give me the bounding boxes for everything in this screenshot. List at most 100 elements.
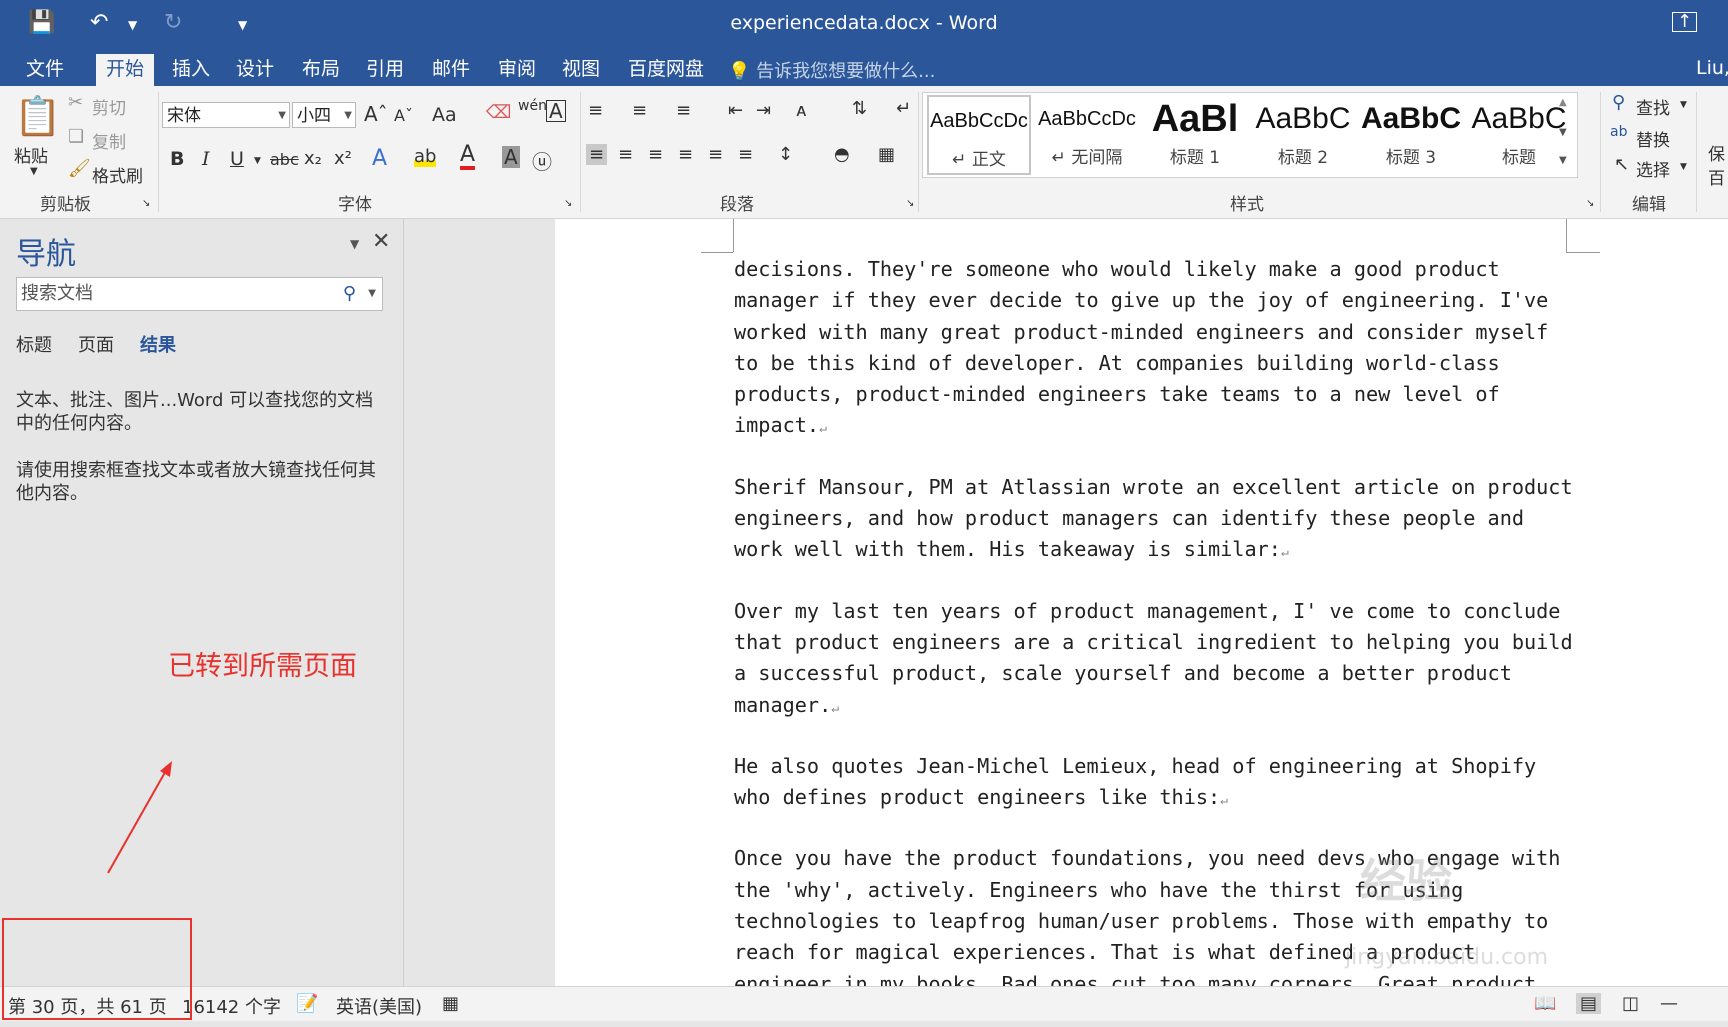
line-spacing-icon[interactable]: ↕: [778, 144, 793, 165]
align-left-icon[interactable]: ≡: [586, 144, 608, 165]
font-size-combo[interactable]: 小四 ▼: [292, 102, 356, 128]
italic-button[interactable]: I: [202, 148, 210, 170]
clear-formatting-icon[interactable]: ⌫: [486, 102, 511, 123]
baidu-group-label[interactable]: 百: [1708, 164, 1725, 189]
style-normal[interactable]: AaBbCcDc ↵ 正文: [927, 95, 1031, 175]
styles-scroll-up-icon[interactable]: ▲: [1559, 97, 1567, 108]
search-input[interactable]: 搜索文档 ⚲ ▼: [16, 277, 383, 311]
multilevel-list-icon[interactable]: ≡: [676, 100, 691, 121]
change-case-button[interactable]: Aa: [432, 104, 457, 126]
format-painter-icon[interactable]: 🖌: [68, 158, 91, 179]
style-no-spacing[interactable]: AaBbCcDc ↵ 无间隔: [1035, 95, 1139, 175]
language-indicator[interactable]: 英语(美国): [336, 993, 422, 1019]
tab-insert[interactable]: 插入: [162, 54, 220, 86]
font-launcher-icon[interactable]: ↘: [564, 198, 572, 209]
show-marks-icon[interactable]: ↵: [896, 98, 911, 119]
window-title: experiencedata.docx - Word: [730, 12, 998, 34]
read-mode-icon[interactable]: 📖: [1534, 993, 1556, 1014]
tab-home[interactable]: 开始: [96, 54, 155, 86]
style-title[interactable]: AaBbC 标题: [1467, 95, 1571, 175]
save-group-label[interactable]: 保: [1708, 140, 1725, 165]
chevron-down-icon[interactable]: ▼: [368, 278, 376, 310]
styles-more-icon[interactable]: ▼: [1559, 155, 1567, 166]
tab-review[interactable]: 审阅: [488, 54, 546, 86]
select-button[interactable]: 选择: [1636, 156, 1670, 181]
tell-me-box[interactable]: 💡 告诉我您想要做什么...: [728, 57, 935, 83]
tab-file[interactable]: 文件: [16, 54, 74, 86]
decrease-indent-icon[interactable]: ⇤: [728, 100, 743, 121]
align-right-icon[interactable]: ≡: [648, 144, 663, 165]
select-icon[interactable]: ↖: [1614, 154, 1629, 175]
find-dropdown-icon[interactable]: ▼: [1680, 100, 1687, 110]
bullets-icon[interactable]: ≡: [588, 100, 603, 121]
strikethrough-button[interactable]: abc: [270, 150, 299, 169]
font-color-icon[interactable]: A: [460, 144, 476, 170]
web-layout-icon[interactable]: ◫: [1622, 993, 1639, 1014]
find-button[interactable]: 查找: [1636, 94, 1670, 119]
superscript-icon[interactable]: x²: [334, 148, 352, 169]
replace-button[interactable]: 替换: [1636, 126, 1670, 151]
select-dropdown-icon[interactable]: ▼: [1680, 162, 1687, 172]
style-heading-3[interactable]: AaBbC 标题 3: [1359, 95, 1463, 175]
cut-icon[interactable]: ✂: [68, 92, 83, 113]
tab-references[interactable]: 引用: [356, 54, 414, 86]
format-painter-button[interactable]: 格式刷: [92, 162, 143, 187]
distributed-icon[interactable]: ≡: [708, 144, 723, 165]
styles-scroll-down-icon[interactable]: ▼: [1559, 127, 1567, 138]
align-center-icon[interactable]: ≡: [618, 144, 633, 165]
close-icon[interactable]: ✕: [372, 229, 390, 254]
font-name-combo[interactable]: 宋体 ▼: [162, 102, 290, 128]
find-icon[interactable]: ⚲: [1612, 92, 1625, 113]
word-count[interactable]: 16142 个字: [182, 993, 281, 1019]
print-layout-icon[interactable]: ▤: [1576, 993, 1602, 1014]
sort-icon[interactable]: ⇅: [852, 98, 867, 119]
asian-layout-icon[interactable]: ᴀ: [796, 100, 807, 121]
highlight-icon[interactable]: ab: [414, 146, 437, 167]
tab-design[interactable]: 设计: [226, 54, 284, 86]
shading-icon[interactable]: ◓: [834, 144, 850, 165]
phonetic-guide-icon[interactable]: wén: [518, 98, 547, 114]
paste-dropdown-icon[interactable]: ▼: [30, 166, 38, 177]
underline-dropdown-icon[interactable]: ▼: [254, 156, 261, 166]
enclose-characters-icon[interactable]: ⓤ: [532, 146, 552, 175]
grow-font-icon[interactable]: Aˆ: [364, 102, 388, 126]
character-shading-icon[interactable]: A: [502, 146, 520, 168]
nav-tab-headings[interactable]: 标题: [16, 331, 52, 357]
zoom-out-icon[interactable]: —: [1660, 993, 1678, 1014]
justify-icon[interactable]: ≡: [678, 144, 693, 165]
paste-icon[interactable]: 📋: [14, 94, 61, 139]
nav-options-icon[interactable]: ▼: [350, 237, 359, 251]
tab-baidu-netdisk[interactable]: 百度网盘: [618, 54, 714, 86]
paragraph-launcher-icon[interactable]: ↘: [906, 198, 914, 209]
borders-icon[interactable]: ▦: [878, 144, 895, 165]
copy-button[interactable]: 复制: [92, 128, 126, 153]
shrink-font-icon[interactable]: Aˇ: [394, 106, 413, 125]
columns-icon[interactable]: ≡: [738, 144, 753, 165]
replace-icon[interactable]: ab: [1610, 124, 1627, 140]
restore-icon[interactable]: ↑: [1672, 12, 1698, 32]
user-name[interactable]: Liu,: [1696, 57, 1728, 79]
subscript-icon[interactable]: x₂: [304, 148, 322, 169]
paste-button[interactable]: 粘贴: [14, 142, 48, 167]
style-heading-2[interactable]: AaBbC 标题 2: [1251, 95, 1355, 175]
navigation-pane: 导航 ▼ ✕ 搜索文档 ⚲ ▼ 标题 页面 结果 文本、批注、图片...Word…: [0, 219, 404, 986]
style-heading-1[interactable]: AaBl 标题 1: [1143, 95, 1247, 175]
increase-indent-icon[interactable]: ⇥: [756, 100, 771, 121]
tab-view[interactable]: 视图: [552, 54, 610, 86]
tab-mailings[interactable]: 邮件: [422, 54, 480, 86]
nav-tab-pages[interactable]: 页面: [78, 331, 114, 357]
copy-icon[interactable]: ❏: [68, 126, 84, 147]
proofing-icon[interactable]: 📝: [296, 993, 318, 1014]
text-effects-icon[interactable]: A: [372, 146, 387, 171]
numbering-icon[interactable]: ≡: [632, 100, 647, 121]
clipboard-launcher-icon[interactable]: ↘: [142, 198, 150, 209]
character-border-icon[interactable]: A: [546, 100, 566, 122]
cut-button[interactable]: 剪切: [92, 94, 126, 119]
tab-layout[interactable]: 布局: [292, 54, 350, 86]
macro-icon[interactable]: ▦: [442, 993, 459, 1014]
underline-button[interactable]: U: [230, 148, 244, 170]
nav-tab-results[interactable]: 结果: [140, 331, 176, 357]
search-icon[interactable]: ⚲: [343, 278, 356, 310]
styles-launcher-icon[interactable]: ↘: [1586, 198, 1594, 209]
bold-button[interactable]: B: [170, 148, 184, 170]
